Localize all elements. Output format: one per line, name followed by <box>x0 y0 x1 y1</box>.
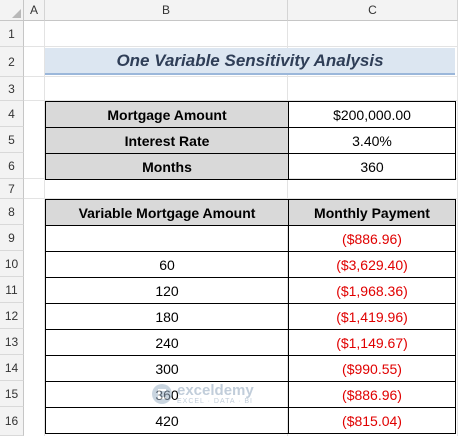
row-header-6[interactable]: 6 <box>0 153 24 179</box>
row-header-13[interactable]: 13 <box>0 329 24 355</box>
monthly-payment-header[interactable]: Monthly Payment <box>288 199 456 226</box>
payment-cell[interactable]: ($815.04) <box>288 407 456 434</box>
payment-cell[interactable]: ($3,629.40) <box>288 251 456 278</box>
column-header-c[interactable]: C <box>288 0 458 21</box>
column-label: C <box>368 3 377 17</box>
row-header-7[interactable]: 7 <box>0 179 24 199</box>
table-row: Mortgage Amount $200,000.00 <box>45 101 456 128</box>
row-header-11[interactable]: 11 <box>0 277 24 303</box>
column-header-b[interactable]: B <box>45 0 288 21</box>
column-label: B <box>161 3 170 17</box>
column-header-a[interactable]: A <box>24 0 45 21</box>
sheet-title[interactable]: One Variable Sensitivity Analysis <box>45 48 455 75</box>
row-label: 4 <box>8 106 15 121</box>
column-label: A <box>29 3 38 17</box>
variable-cell[interactable] <box>45 225 289 252</box>
row-label: 11 <box>5 282 18 297</box>
row-header-12[interactable]: 12 <box>0 303 24 329</box>
row-label: 3 <box>8 81 15 96</box>
payment-cell[interactable]: ($1,968.36) <box>288 277 456 304</box>
variable-cell[interactable]: 120 <box>45 277 289 304</box>
row-label: 12 <box>4 308 19 323</box>
interest-rate-value[interactable]: 3.40% <box>288 127 456 154</box>
row-label: 15 <box>4 386 19 401</box>
variable-cell[interactable]: 180 <box>45 303 289 330</box>
row-header-1[interactable]: 1 <box>0 21 24 47</box>
row-label: 1 <box>8 26 15 41</box>
table-row: 240 ($1,149.67) <box>45 329 456 356</box>
row-header-3[interactable]: 3 <box>0 77 24 101</box>
interest-rate-label[interactable]: Interest Rate <box>45 127 289 154</box>
row-label: 9 <box>8 230 15 245</box>
table-row: ($886.96) <box>45 225 456 252</box>
table-row: 360 ($886.96) <box>45 381 456 408</box>
row-header-2[interactable]: 2 <box>0 47 24 77</box>
variable-cell[interactable]: 360 <box>45 381 289 408</box>
table-row: Interest Rate 3.40% <box>45 127 456 154</box>
row-label: 16 <box>4 414 19 428</box>
row-header-8[interactable]: 8 <box>0 199 24 225</box>
row-label: 13 <box>4 334 19 349</box>
variable-cell[interactable]: 60 <box>45 251 289 278</box>
row-label: 2 <box>8 54 15 69</box>
spreadsheet: A B C 1 2 3 4 5 6 7 8 9 10 11 12 13 14 1… <box>0 0 458 436</box>
variable-cell[interactable]: 420 <box>45 407 289 434</box>
input-table: Mortgage Amount $200,000.00 Interest Rat… <box>45 101 456 180</box>
table-row: Months 360 <box>45 153 456 180</box>
row-header-9[interactable]: 9 <box>0 225 24 251</box>
variable-mortgage-amount-header[interactable]: Variable Mortgage Amount <box>45 199 289 226</box>
row-label: 14 <box>4 360 19 375</box>
row-label: 7 <box>8 181 15 196</box>
months-label[interactable]: Months <box>45 153 289 180</box>
payment-cell[interactable]: ($1,149.67) <box>288 329 456 356</box>
row-label: 5 <box>8 132 15 147</box>
mortgage-amount-value[interactable]: $200,000.00 <box>288 101 456 128</box>
variable-cell[interactable]: 300 <box>45 355 289 382</box>
row-header-15[interactable]: 15 <box>0 381 24 407</box>
table-header-row: Variable Mortgage Amount Monthly Payment <box>45 199 456 226</box>
row-header-14[interactable]: 14 <box>0 355 24 381</box>
payment-cell[interactable]: ($990.55) <box>288 355 456 382</box>
row-label: 6 <box>8 158 15 173</box>
table-row: 300 ($990.55) <box>45 355 456 382</box>
row-label: 10 <box>4 256 19 271</box>
row-label: 8 <box>8 204 15 219</box>
table-row: 60 ($3,629.40) <box>45 251 456 278</box>
table-row: 180 ($1,419.96) <box>45 303 456 330</box>
payment-cell[interactable]: ($1,419.96) <box>288 303 456 330</box>
sensitivity-table: Variable Mortgage Amount Monthly Payment… <box>45 199 456 434</box>
payment-cell[interactable]: ($886.96) <box>288 381 456 408</box>
grid-line <box>24 46 458 47</box>
select-all-corner[interactable] <box>0 0 24 21</box>
mortgage-amount-label[interactable]: Mortgage Amount <box>45 101 289 128</box>
row-header-16[interactable]: 16 <box>0 407 24 436</box>
row-header-10[interactable]: 10 <box>0 251 24 277</box>
table-row: 420 ($815.04) <box>45 407 456 434</box>
table-row: 120 ($1,968.36) <box>45 277 456 304</box>
row-header-5[interactable]: 5 <box>0 127 24 153</box>
months-value[interactable]: 360 <box>288 153 456 180</box>
row-header-4[interactable]: 4 <box>0 101 24 127</box>
payment-cell[interactable]: ($886.96) <box>288 225 456 252</box>
variable-cell[interactable]: 240 <box>45 329 289 356</box>
grid-line <box>24 76 458 77</box>
